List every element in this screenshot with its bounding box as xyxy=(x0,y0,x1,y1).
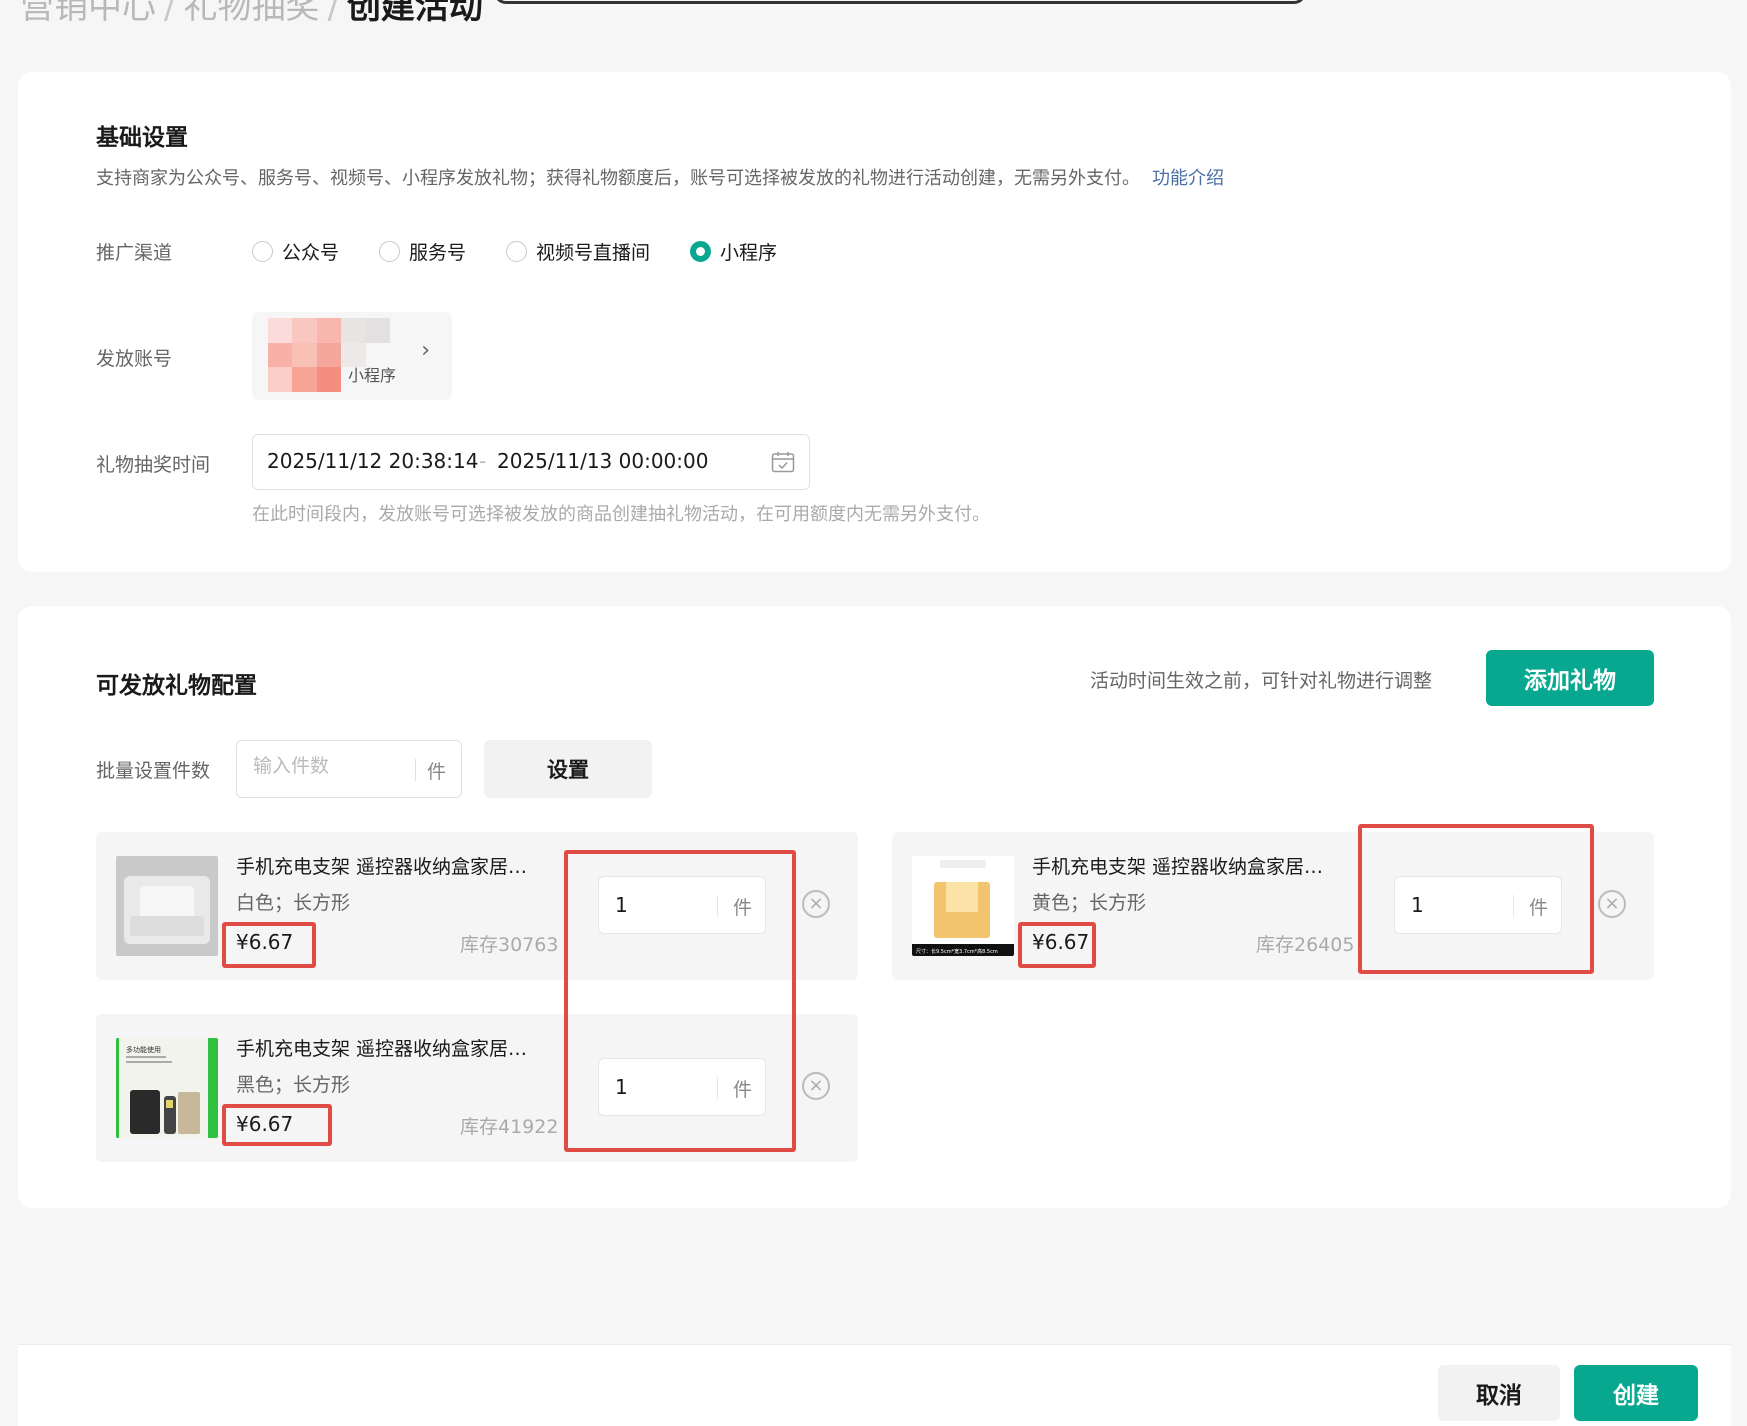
description-text: 支持商家为公众号、服务号、视频号、小程序发放礼物；获得礼物额度后，账号可选择被发… xyxy=(96,168,1140,189)
batch-quantity-input[interactable] xyxy=(253,755,403,777)
date-separator: - xyxy=(479,449,487,473)
radio-label: 视频号直播间 xyxy=(536,242,651,264)
breadcrumb-marketing[interactable]: 营销中心 xyxy=(20,0,156,27)
radio-circle xyxy=(379,241,401,262)
gift-name: 手机充电支架 遥控器收纳盒家居… xyxy=(236,1038,528,1060)
account-label: 发放账号 xyxy=(96,348,173,370)
remove-icon[interactable]: × xyxy=(802,890,830,918)
section-title-gifts: 可发放礼物配置 xyxy=(96,673,257,699)
feature-intro-link[interactable]: 功能介绍 xyxy=(1152,168,1224,189)
breadcrumb-separator: / xyxy=(164,0,176,27)
end-time[interactable]: 2025/11/13 00:00:00 xyxy=(497,449,708,473)
adjust-hint: 活动时间生效之前，可针对礼物进行调整 xyxy=(1090,670,1433,692)
highlight-box-price xyxy=(222,1104,332,1146)
radio-label: 小程序 xyxy=(720,242,778,264)
add-gift-button[interactable]: 添加礼物 xyxy=(1486,650,1654,706)
remove-icon[interactable]: × xyxy=(1598,890,1626,918)
highlight-box-quantity-right xyxy=(1358,824,1594,974)
calendar-icon[interactable] xyxy=(771,451,795,473)
batch-quantity-field[interactable]: 件 xyxy=(236,740,462,798)
account-type-tag: 小程序 xyxy=(348,366,397,385)
section-description: 支持商家为公众号、服务号、视频号、小程序发放礼物；获得礼物额度后，账号可选择被发… xyxy=(96,164,1224,190)
highlight-box-price xyxy=(222,922,316,968)
footer-bar: 取消 创建 xyxy=(18,1344,1731,1426)
gift-thumbnail-yellow: 尺寸：长9.5cm*宽3.7cm*高8.5cm xyxy=(912,856,1014,956)
breadcrumb-separator: / xyxy=(327,0,339,27)
channel-radio-group: 公众号 服务号 视频号直播间 小程序 xyxy=(252,238,817,265)
section-title-basic: 基础设置 xyxy=(96,125,188,151)
unit-label: 件 xyxy=(427,761,447,783)
gift-thumbnail-white xyxy=(116,856,218,956)
remove-icon[interactable]: × xyxy=(802,1072,830,1100)
gift-thumbnail-black: 多功能使用 xyxy=(116,1038,218,1138)
chevron-right-icon: › xyxy=(421,338,430,363)
gift-stock: 库存30763 xyxy=(460,934,559,956)
batch-label: 批量设置件数 xyxy=(96,760,211,782)
time-label: 礼物抽奖时间 xyxy=(96,454,211,476)
radio-circle xyxy=(506,241,528,262)
cancel-button[interactable]: 取消 xyxy=(1438,1365,1560,1421)
gift-spec: 黄色；长方形 xyxy=(1032,892,1147,914)
radio-label: 公众号 xyxy=(282,242,340,264)
thumbnail-caption: 尺寸：长9.5cm*宽3.7cm*高8.5cm xyxy=(916,948,998,955)
gift-stock: 库存41922 xyxy=(460,1116,559,1138)
gift-config-card: 可发放礼物配置 活动时间生效之前，可针对礼物进行调整 添加礼物 批量设置件数 件… xyxy=(18,606,1731,1208)
thumbnail-caption: 多功能使用 xyxy=(126,1045,161,1054)
date-range-picker[interactable]: 2025/11/12 20:38:14 - 2025/11/13 00:00:0… xyxy=(252,434,810,490)
gift-spec: 黑色；长方形 xyxy=(236,1074,351,1096)
gift-spec: 白色；长方形 xyxy=(236,892,351,914)
breadcrumb-gift-lottery[interactable]: 礼物抽奖 xyxy=(183,0,319,27)
overlay-edge xyxy=(494,0,1306,4)
radio-label: 服务号 xyxy=(409,242,467,264)
highlight-box-price xyxy=(1018,922,1096,968)
page-title: 创建活动 xyxy=(346,0,483,27)
gift-name: 手机充电支架 遥控器收纳盒家居… xyxy=(1032,856,1324,878)
radio-circle-selected xyxy=(690,241,712,262)
highlight-box-quantity-left xyxy=(564,850,796,1152)
basic-settings-card: 基础设置 支持商家为公众号、服务号、视频号、小程序发放礼物；获得礼物额度后，账号… xyxy=(18,72,1731,572)
radio-circle xyxy=(252,241,273,262)
account-selector[interactable]: 小程序 › xyxy=(252,312,452,400)
divider xyxy=(415,759,416,781)
batch-set-button[interactable]: 设置 xyxy=(484,740,652,798)
gift-name: 手机充电支架 遥控器收纳盒家居… xyxy=(236,856,528,878)
gift-stock: 库存26405 xyxy=(1256,934,1355,956)
radio-video-live[interactable]: 视频号直播间 xyxy=(506,238,650,265)
time-hint: 在此时间段内，发放账号可选择被发放的商品创建抽礼物活动，在可用额度内无需另外支付… xyxy=(252,504,990,525)
radio-service-account[interactable]: 服务号 xyxy=(379,238,466,265)
channel-label: 推广渠道 xyxy=(96,242,173,264)
start-time[interactable]: 2025/11/12 20:38:14 xyxy=(267,449,478,473)
create-button[interactable]: 创建 xyxy=(1574,1365,1698,1421)
radio-official-account[interactable]: 公众号 xyxy=(252,238,339,265)
breadcrumb: 营销中心 / 礼物抽奖 / 创建活动 xyxy=(20,0,483,32)
radio-mini-program[interactable]: 小程序 xyxy=(690,238,777,265)
